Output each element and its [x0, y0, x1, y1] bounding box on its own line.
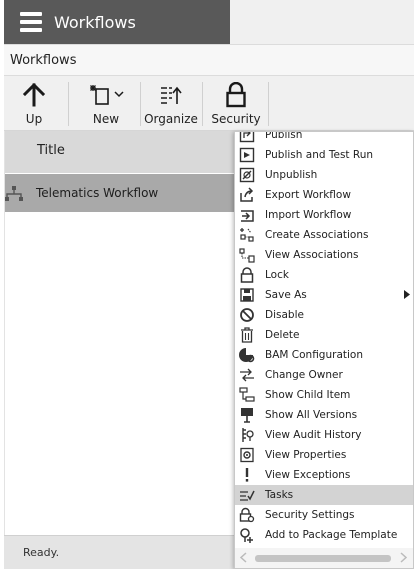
arrow-up-icon — [23, 83, 45, 107]
publish-icon — [239, 132, 255, 143]
menu-item-import-workflow[interactable]: Import Workflow — [235, 205, 413, 225]
security-button[interactable]: Security — [208, 76, 264, 131]
up-label: Up — [25, 112, 43, 126]
scrollbar-thumb[interactable] — [255, 555, 391, 562]
menu-item-disable[interactable]: Disable — [235, 305, 413, 325]
menu-item-label: View Exceptions — [265, 469, 351, 481]
menu-item-label: Delete — [265, 329, 300, 341]
menu-item-publish[interactable]: Publish — [235, 131, 413, 145]
menu-item-change-owner[interactable]: Change Owner — [235, 365, 413, 385]
menu-item-publish-and-test-run[interactable]: Publish and Test Run — [235, 145, 413, 165]
submenu-arrow-icon — [404, 290, 410, 299]
horizontal-scrollbar[interactable] — [235, 548, 413, 568]
security-settings-icon — [239, 507, 255, 523]
menu-item-view-associations[interactable]: View Associations — [235, 245, 413, 265]
title-bar: Workflows — [4, 0, 230, 44]
workflow-icon — [5, 186, 23, 201]
menu-item-lock[interactable]: Lock — [235, 265, 413, 285]
toolbar-divider — [68, 82, 69, 126]
breadcrumb: Workflows — [4, 44, 414, 76]
child-item-icon — [239, 387, 255, 402]
menu-item-label: Show All Versions — [265, 409, 358, 421]
menu-item-label: Save As — [265, 289, 307, 301]
versions-icon — [241, 408, 253, 423]
add-package-icon — [240, 528, 253, 543]
exclamation-icon — [245, 468, 249, 482]
menu-item-label: Import Workflow — [265, 209, 352, 221]
audit-history-icon — [242, 428, 254, 442]
save-icon — [240, 288, 254, 302]
toolbar-divider — [202, 82, 203, 126]
toolbar: Up New Organize Security — [4, 76, 414, 131]
security-label: Security — [211, 112, 261, 126]
menu-item-add-to-package-template[interactable]: Add to Package Template — [235, 525, 413, 545]
menu-item-bam-configuration[interactable]: BAM Configuration — [235, 345, 413, 365]
menu-item-unpublish[interactable]: Unpublish — [235, 165, 413, 185]
menu-item-label: Lock — [265, 269, 289, 281]
menu-item-view-properties[interactable]: View Properties — [235, 445, 413, 465]
column-header-title[interactable]: Title — [5, 131, 237, 173]
publish-test-run-icon — [239, 147, 255, 163]
menu-item-delete[interactable]: Delete — [235, 325, 413, 345]
change-owner-icon — [240, 368, 254, 382]
title-bar-empty-area — [230, 0, 414, 44]
scroll-left-icon[interactable] — [240, 552, 247, 563]
hamburger-menu-icon[interactable] — [20, 12, 42, 32]
app-title: Workflows — [54, 12, 136, 32]
context-menu: Publish Publish and Test Run Unpublish E… — [234, 131, 414, 569]
menu-item-show-child-item[interactable]: Show Child Item — [235, 385, 413, 405]
organize-icon — [161, 86, 182, 104]
menu-item-view-exceptions[interactable]: View Exceptions — [235, 465, 413, 485]
menu-item-label: BAM Configuration — [265, 349, 363, 361]
new-label: New — [92, 112, 120, 126]
import-icon — [241, 210, 254, 222]
menu-item-label: Change Owner — [265, 369, 343, 381]
toolbar-divider — [140, 82, 141, 126]
breadcrumb-label[interactable]: Workflows — [10, 53, 76, 68]
menu-item-label: Publish — [265, 131, 303, 141]
menu-item-save-as[interactable]: Save As — [235, 285, 413, 305]
toolbar-divider — [268, 82, 269, 126]
menu-item-label: Security Settings — [265, 509, 355, 521]
scroll-right-icon[interactable] — [400, 552, 407, 563]
organize-label: Organize — [144, 112, 198, 126]
menu-item-export-workflow[interactable]: Export Workflow — [235, 185, 413, 205]
create-associations-icon — [240, 228, 254, 242]
lock-icon — [226, 82, 246, 108]
column-header-label: Title — [37, 143, 65, 158]
lock-icon — [240, 267, 254, 283]
tasks-icon — [240, 490, 255, 501]
organize-button[interactable]: Organize — [142, 76, 200, 131]
menu-item-create-associations[interactable]: Create Associations — [235, 225, 413, 245]
menu-item-label: Add to Package Template — [265, 529, 398, 541]
menu-item-label: View Audit History — [265, 429, 362, 441]
properties-icon — [240, 447, 254, 463]
new-document-icon — [90, 85, 124, 105]
menu-item-label: Unpublish — [265, 169, 318, 181]
menu-item-label: Publish and Test Run — [265, 149, 374, 161]
status-text: Ready. — [23, 546, 60, 559]
bam-config-icon — [239, 348, 255, 363]
up-button[interactable]: Up — [8, 76, 60, 131]
menu-item-label: Disable — [265, 309, 304, 321]
menu-item-tasks[interactable]: Tasks — [235, 485, 413, 505]
disable-icon — [240, 308, 254, 322]
unpublish-icon — [239, 167, 255, 183]
menu-item-label: Export Workflow — [265, 189, 351, 201]
view-associations-icon — [239, 248, 255, 263]
menu-item-view-audit-history[interactable]: View Audit History — [235, 425, 413, 445]
new-button[interactable]: New — [76, 76, 136, 131]
menu-item-show-all-versions[interactable]: Show All Versions — [235, 405, 413, 425]
export-icon — [240, 187, 254, 202]
menu-item-label: Show Child Item — [265, 389, 351, 401]
list-item-label: Telematics Workflow — [36, 186, 159, 200]
menu-item-security-settings[interactable]: Security Settings — [235, 505, 413, 525]
menu-item-label: View Properties — [265, 449, 347, 461]
trash-icon — [241, 327, 253, 343]
list-item[interactable]: Telematics Workflow — [5, 174, 237, 212]
menu-item-label: Tasks — [265, 489, 294, 501]
menu-item-label: Create Associations — [265, 229, 369, 241]
menu-item-label: View Associations — [265, 249, 359, 261]
